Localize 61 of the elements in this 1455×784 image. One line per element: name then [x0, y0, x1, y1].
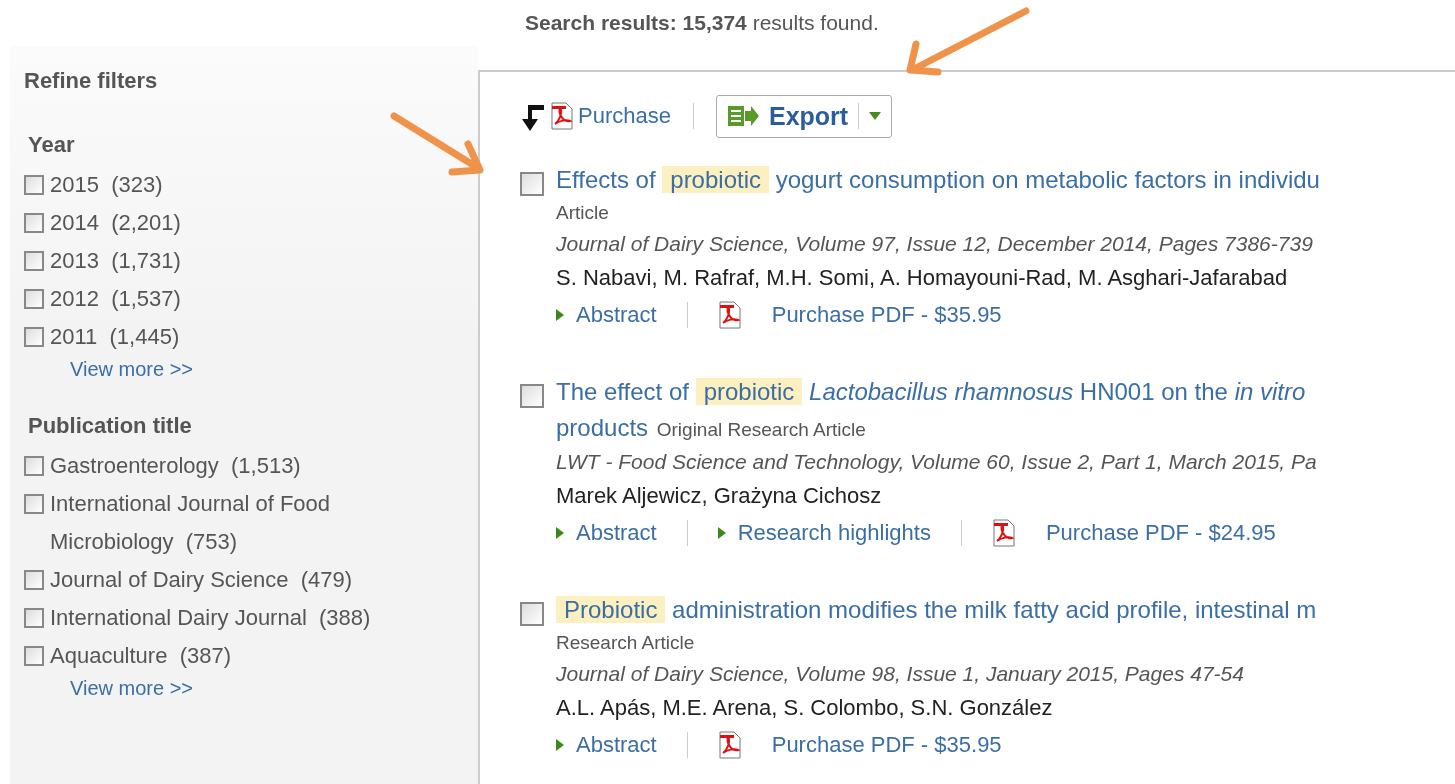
triangle-icon [556, 527, 564, 539]
checkbox[interactable] [24, 494, 44, 514]
article-type: Original Research Article [656, 419, 866, 440]
checkbox[interactable] [24, 608, 44, 628]
article-title-link[interactable]: The effect of probiotic Lactobacillus rhamnosus HN001 on the in vitro [556, 378, 1306, 405]
checkbox[interactable] [24, 289, 44, 309]
author-list: S. Nabavi, M. Rafraf, M.H. Somi, A. Homayouni-Rad, M. Asghari-Jafarabad [556, 260, 1455, 296]
results-summary: Search results: 15,374 results found. [525, 10, 879, 36]
filter-option[interactable]: 2011 (1,445) [50, 318, 180, 356]
filter-option[interactable]: 2014 (2,201) [50, 204, 181, 242]
view-more-link[interactable]: View more >> [70, 358, 478, 381]
author-list: Marek Aljewicz, Grażyna Cichosz [556, 478, 1455, 514]
checkbox[interactable] [24, 213, 44, 233]
expand-link[interactable]: Research highlights [737, 520, 931, 546]
purchase-pdf-link[interactable]: Purchase PDF - $24.95 [1045, 520, 1276, 546]
article-title-link[interactable]: Probiotic administration modifies the milk fatty acid profile, intestinal m [556, 596, 1317, 623]
pdf-icon [550, 102, 574, 130]
checkbox[interactable] [520, 602, 544, 626]
export-icon [726, 105, 759, 127]
pdf-icon [717, 731, 742, 759]
checkbox[interactable] [24, 456, 44, 476]
article-title-link[interactable]: Effects of probiotic yogurt consumption on metabolic factors in individu [556, 166, 1320, 193]
filter-option[interactable]: Journal of Dairy Science (479) [50, 561, 353, 599]
caret-icon [869, 112, 882, 120]
article-type: Article [556, 201, 609, 225]
pdf-icon [717, 301, 742, 329]
triangle-icon [556, 309, 564, 321]
checkbox[interactable] [24, 175, 44, 195]
filter-option[interactable]: Gastroenterology (1,513) [50, 447, 301, 485]
checkbox[interactable] [520, 172, 544, 196]
journal-citation: LWT - Food Science and Technology, Volume 60, Issue 2, Part 1, March 2015, Pa [556, 449, 1318, 475]
view-more-link[interactable]: View more >> [70, 677, 478, 700]
filter-group-title: Year [28, 132, 76, 158]
expand-link[interactable]: Abstract [576, 520, 657, 546]
checkbox[interactable] [24, 251, 44, 271]
filter-option[interactable]: Aquaculture (387) [50, 637, 231, 675]
checkbox[interactable] [520, 384, 544, 408]
expand-link[interactable]: Abstract [576, 732, 657, 758]
triangle-icon [556, 739, 564, 751]
article-type: Research Article [556, 631, 695, 655]
filter-option[interactable]: 2015 (323) [50, 166, 163, 204]
checkbox[interactable] [24, 327, 44, 347]
checkbox[interactable] [24, 570, 44, 590]
purchase-link[interactable]: Purchase [578, 103, 671, 129]
export-button[interactable]: Export [715, 94, 893, 138]
pdf-icon [991, 519, 1016, 547]
journal-citation: Journal of Dairy Science, Volume 98, Issue 1, January 2015, Pages 47-54 [556, 661, 1245, 687]
checkbox[interactable] [24, 646, 44, 666]
expand-link[interactable]: Abstract [576, 302, 657, 328]
author-list: A.L. Apás, M.E. Arena, S. Colombo, S.N. González [556, 690, 1455, 726]
sidebar-title: Refine filters [24, 68, 159, 94]
filter-option[interactable]: International Dairy Journal (388) [50, 599, 371, 637]
purchase-pdf-link[interactable]: Purchase PDF - $35.95 [771, 732, 1002, 758]
purchase-pdf-link[interactable]: Purchase PDF - $35.95 [771, 302, 1002, 328]
filter-option[interactable]: 2013 (1,731) [50, 242, 181, 280]
journal-citation: Journal of Dairy Science, Volume 97, Issue 12, December 2014, Pages 7386-739 [556, 231, 1314, 257]
filter-option[interactable]: 2012 (1,537) [50, 280, 181, 318]
filter-group-title: Publication title [28, 413, 193, 439]
triangle-icon [717, 527, 726, 539]
article-title-link[interactable]: products [556, 414, 655, 441]
filter-option[interactable]: International Journal of Food Microbiology (753) [50, 485, 400, 561]
